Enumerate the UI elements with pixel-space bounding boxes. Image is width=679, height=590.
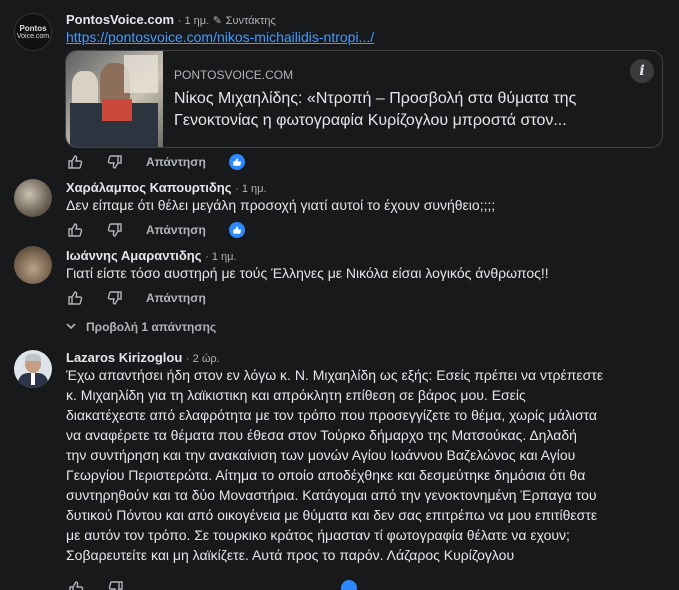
- pencil-icon: ✎: [212, 15, 223, 27]
- commenter-avatar[interactable]: [14, 179, 52, 217]
- like-reaction-icon[interactable]: [341, 580, 357, 590]
- dislike-icon[interactable]: [106, 289, 124, 307]
- text-line: Σοβαρευτείτε και μη λαϊκίζετε. Αυτά προς…: [66, 547, 515, 563]
- avatar-logo-text: Pontos: [19, 23, 47, 33]
- like-icon[interactable]: [68, 580, 84, 590]
- post-author-line: PontosVoice.com · 1 ημ. ✎ Συντάκτης: [66, 12, 276, 27]
- link-title-line-1: Νίκος Μιχαηλίδης: «Ντροπή – Προσβολή στα…: [174, 90, 577, 107]
- reply-button[interactable]: Απάντηση: [146, 223, 206, 237]
- text-line: την συντήρηση και την ανακαίνιση των μον…: [66, 447, 576, 463]
- comment-author-line: Ιωάννης Αμαραντιδης · 1 ημ.: [66, 248, 237, 263]
- info-icon[interactable]: i: [630, 59, 654, 83]
- dislike-icon[interactable]: [106, 221, 124, 239]
- view-replies-link[interactable]: Προβολή 1 απάντησης: [66, 320, 216, 334]
- view-replies-label: Προβολή 1 απάντησης: [86, 320, 217, 334]
- post-role: Συντάκτης: [225, 15, 276, 27]
- link-thumbnail: [66, 51, 163, 147]
- reply-button[interactable]: Απάντηση: [146, 291, 206, 305]
- commenter-avatar[interactable]: [14, 350, 52, 388]
- reply-comment-text: Έχω απαντήσει ήδη στον εν λόγω κ. Ν. Μιχ…: [66, 365, 603, 565]
- text-line: Έχω απαντήσει ήδη στον εν λόγω κ. Ν. Μιχ…: [66, 367, 604, 383]
- comment-author[interactable]: Χαράλαμπος Καπουρτιδης: [66, 180, 231, 195]
- comment-author[interactable]: Ιωάννης Αμαραντιδης: [66, 248, 201, 263]
- dislike-icon[interactable]: [108, 580, 124, 590]
- like-icon[interactable]: [66, 289, 84, 307]
- text-line: να αναφέρετε τα θέματα που έθεσα στον Το…: [66, 427, 577, 443]
- text-line: κ. Μιχαηλίδη για τη λαϊκιστικη και απρόκ…: [66, 387, 526, 403]
- comment-time[interactable]: · 1 ημ.: [235, 183, 266, 195]
- like-icon[interactable]: [66, 153, 84, 171]
- text-line: διακατέχεστε από ελαφρότητα με τον τρόπο…: [66, 407, 598, 423]
- link-title-line-2: Γενοκτονίας η φωτογραφία Κυρίζογλου μπρο…: [174, 112, 567, 129]
- comment-author-line: Χαράλαμπος Καπουρτιδης · 1 ημ.: [66, 180, 267, 195]
- text-line: με αυτόν τον τρόπο. Σε τουρκικο κράτος ή…: [66, 527, 570, 543]
- reply-comment-actions-partial: [66, 580, 366, 590]
- commenter-avatar[interactable]: [14, 246, 52, 284]
- link-preview-card[interactable]: PONTOSVOICE.COM Νίκος Μιχαηλίδης: «Ντροπ…: [65, 50, 663, 148]
- avatar-logo-text-2: Voice.com: [16, 32, 50, 40]
- comment-actions: Απάντηση: [66, 288, 206, 308]
- comment-text: Γιατί είστε τόσο αυστηρή με τούς Έλληνες…: [66, 265, 549, 281]
- comment-time[interactable]: · 2 ώρ.: [186, 353, 220, 365]
- post-author[interactable]: PontosVoice.com: [66, 12, 174, 27]
- comment-author[interactable]: Lazaros Kirizoglou: [66, 350, 182, 365]
- reply-button[interactable]: Απάντηση: [146, 155, 206, 169]
- like-reaction-icon[interactable]: [228, 222, 245, 238]
- post-actions: Απάντηση: [66, 152, 245, 172]
- pontosvoice-avatar[interactable]: Pontos Voice.com: [14, 13, 52, 51]
- comment-time[interactable]: · 1 ημ.: [205, 251, 236, 263]
- link-domain: PONTOSVOICE.COM: [174, 68, 294, 82]
- comment-author-line: Lazaros Kirizoglou · 2 ώρ.: [66, 350, 220, 365]
- text-line: Γεωργίου Περιστερώτα. Αίτημα το οποίο απ…: [66, 467, 586, 483]
- dislike-icon[interactable]: [106, 153, 124, 171]
- comment-actions: Απάντηση: [66, 220, 245, 240]
- post-link[interactable]: https://pontosvoice.com/nikos-michailidi…: [66, 29, 374, 45]
- comment-text: Δεν είπαμε ότι θέλει μεγάλη προσοχή γιατ…: [66, 197, 496, 213]
- post-time[interactable]: · 1 ημ.: [178, 15, 209, 27]
- chevron-down-icon: [66, 320, 76, 334]
- like-icon[interactable]: [66, 221, 84, 239]
- text-line: δυτικού Πόντου και από οικογένεια με θύμ…: [66, 507, 598, 523]
- text-line: συντηρηθούν και τα δύο Μοναστήρια. Κατάγ…: [66, 487, 597, 503]
- like-reaction-icon[interactable]: [228, 154, 245, 170]
